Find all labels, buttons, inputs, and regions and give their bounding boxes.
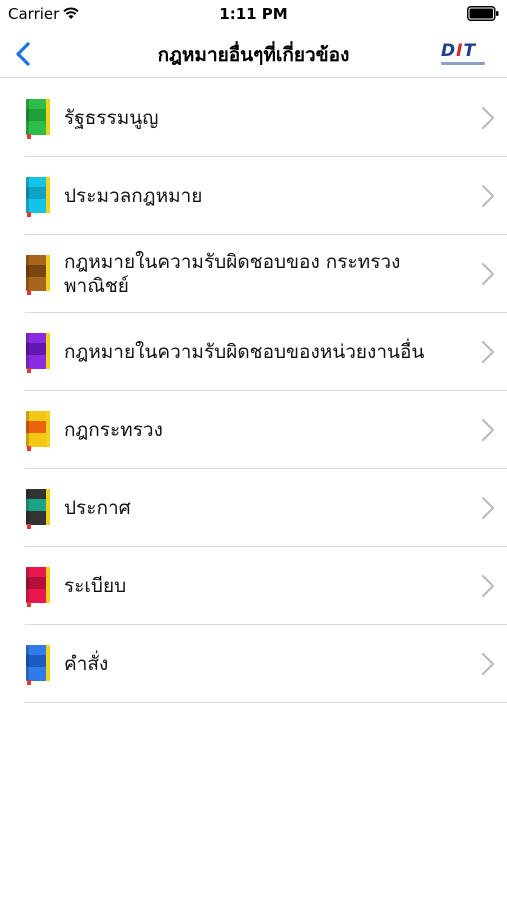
chevron-right-icon: [482, 575, 494, 597]
list-item-label: กฎกระทรวง: [64, 419, 163, 441]
list-item[interactable]: กฎหมายในความรับผิดชอบของ กระทรวงพาณิชย์: [0, 235, 507, 313]
list-item[interactable]: ประมวลกฎหมาย: [0, 157, 507, 235]
list-item-label: กฎหมายในความรับผิดชอบของหน่วยงานอื่น: [64, 341, 425, 363]
list-item[interactable]: ประกาศ: [0, 469, 507, 547]
list-item-label: ประกาศ: [64, 497, 131, 519]
list-item[interactable]: กฎหมายในความรับผิดชอบของหน่วยงานอื่น: [0, 313, 507, 391]
book-icon: [26, 489, 50, 529]
book-icon: [26, 645, 50, 685]
battery-icon: [467, 6, 499, 21]
book-icon: [26, 255, 50, 295]
status-time: 1:11 PM: [219, 5, 288, 23]
list-item-label: ระเบียบ: [64, 575, 127, 597]
book-icon: [26, 567, 50, 607]
list-item-label: ประมวลกฎหมาย: [64, 185, 203, 207]
chevron-right-icon: [482, 653, 494, 675]
book-icon: [26, 177, 50, 217]
back-button[interactable]: [10, 36, 40, 72]
book-icon: [26, 333, 50, 373]
chevron-right-icon: [482, 107, 494, 129]
list-item[interactable]: ระเบียบ: [0, 547, 507, 625]
chevron-right-icon: [482, 341, 494, 363]
list-item[interactable]: รัฐธรรมนูญ: [0, 79, 507, 157]
chevron-right-icon: [482, 185, 494, 207]
law-category-list: รัฐธรรมนูญประมวลกฎหมายกฎหมายในความรับผิด…: [0, 79, 507, 703]
status-bar: Carrier 1:11 PM: [0, 0, 507, 30]
list-item-label: รัฐธรรมนูญ: [64, 107, 159, 129]
dit-logo: DIT: [441, 42, 485, 68]
chevron-right-icon: [482, 263, 494, 285]
navigation-bar: กฎหมายอื่นๆที่เกี่ยวข้อง DIT: [0, 30, 507, 78]
chevron-right-icon: [482, 497, 494, 519]
book-icon: [26, 99, 50, 139]
list-item[interactable]: คำสั่ง: [0, 625, 507, 703]
list-item-label: คำสั่ง: [64, 653, 109, 675]
page-title: กฎหมายอื่นๆที่เกี่ยวข้อง: [157, 44, 350, 66]
list-item-label: กฎหมายในความรับผิดชอบของ กระทรวงพาณิชย์: [64, 251, 401, 297]
book-icon: [26, 411, 50, 451]
chevron-right-icon: [482, 419, 494, 441]
list-item[interactable]: กฎกระทรวง: [0, 391, 507, 469]
